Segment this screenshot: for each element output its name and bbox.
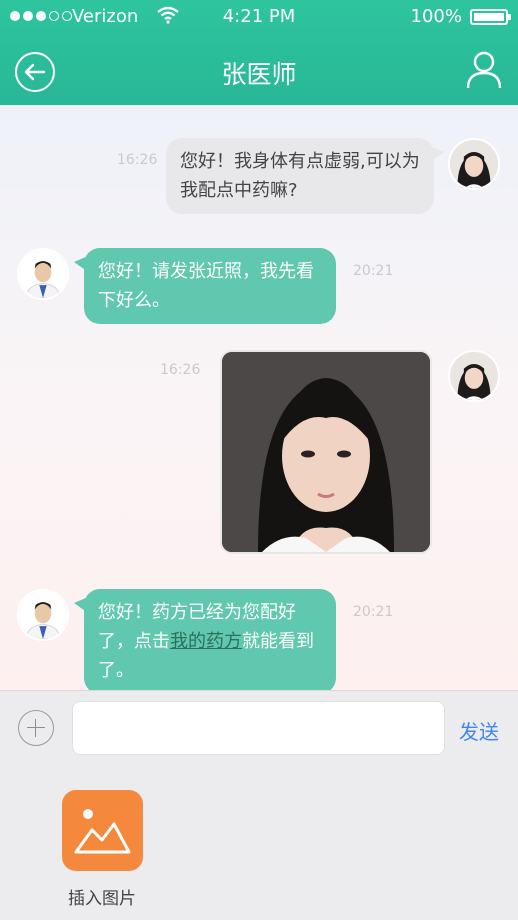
plus-icon[interactable] [18,710,54,746]
message-input-bar: 发送 [0,690,518,767]
image-icon [74,809,131,854]
insert-image-label: 插入图片 [68,889,136,909]
battery-icon [470,9,511,25]
prescription-link[interactable]: 我的药方 [170,631,242,652]
doctor-message-bubble: 您好！药方已经为您配好了，点击我的药方就能看到了。 [74,589,336,690]
user-icon [466,51,502,89]
message-time: 16:26 [117,152,158,168]
patient-avatar[interactable] [448,138,500,190]
status-bar: Verizon 4:21 PM 100% [0,0,518,34]
message-time: 20:21 [353,263,394,279]
app-header: Verizon 4:21 PM 100% 张医师 [0,0,518,105]
message-time: 16:26 [160,362,201,378]
message-time: 20:21 [353,604,394,620]
attachment-panel: 插入图片 [0,767,518,920]
message-input[interactable] [72,701,445,755]
page-title: 张医师 [221,60,297,89]
doctor-avatar[interactable] [17,589,69,641]
battery-percentage: 100% [410,6,462,27]
photo-message[interactable] [220,350,432,554]
portrait-photo [222,352,430,552]
insert-image-button[interactable] [62,790,143,871]
doctor-message-bubble: 您好！请发张近照，我先看下好么。 [74,248,336,324]
send-button[interactable]: 发送 [459,716,499,745]
chat-area[interactable]: 16:26 您好！我身体有点虚弱,可以为我配点中药嘛? 您好！请发张近照，我先看… [0,105,518,690]
profile-button[interactable] [464,50,504,90]
patient-avatar[interactable] [448,350,500,402]
patient-message-bubble: 您好！我身体有点虚弱,可以为我配点中药嘛? [166,138,444,214]
doctor-avatar[interactable] [17,248,69,300]
